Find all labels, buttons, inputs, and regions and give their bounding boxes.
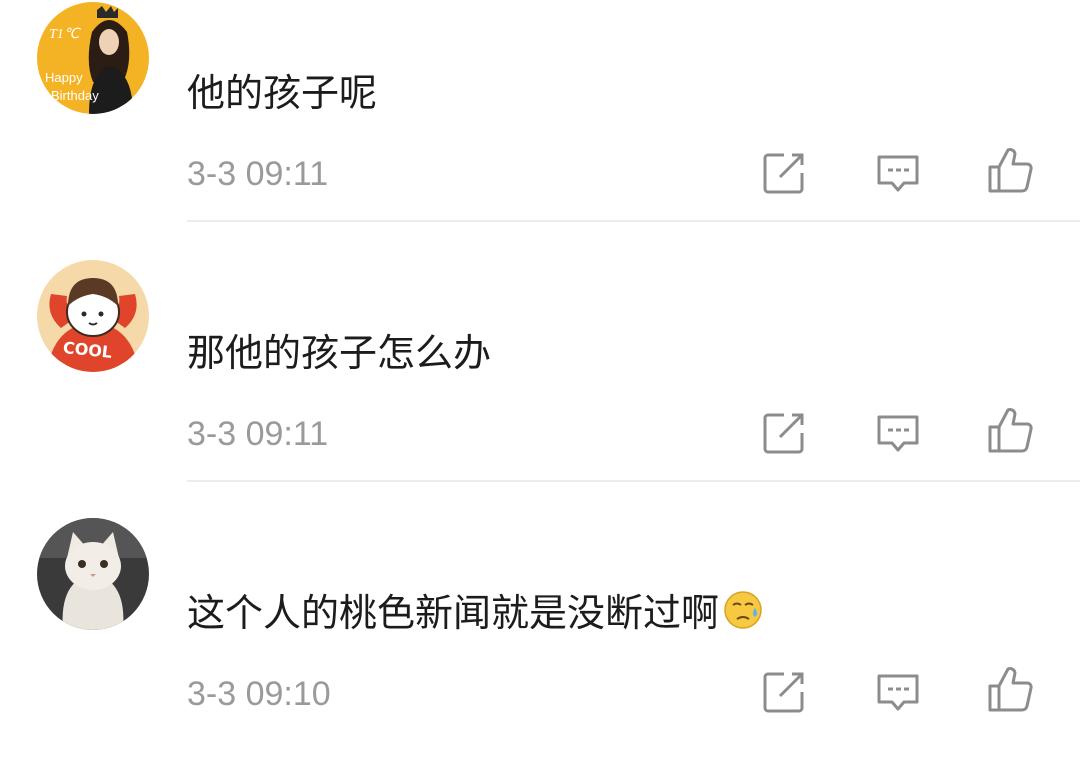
avatar[interactable] (37, 518, 149, 630)
comment-text: 那他的孩子怎么办 (187, 331, 492, 375)
comment-reply-icon[interactable] (874, 668, 922, 716)
avatar-caption-top: T1℃ (49, 27, 82, 42)
thumbs-up-icon[interactable] (986, 665, 1034, 713)
share-edit-icon[interactable] (760, 149, 808, 197)
avatar-caption-happy: Happy (45, 70, 83, 85)
share-edit-icon[interactable] (760, 409, 808, 457)
comment-text: 这个人的桃色新闻就是没断过啊 (187, 588, 763, 642)
comment-item: COOL 那他的孩子怎么办 3-3 09:11 (0, 258, 1080, 518)
comment-item: 这个人的桃色新闻就是没断过啊 3-3 09:10 (0, 518, 1080, 778)
divider (187, 220, 1080, 222)
avatar-caption-birthday: Birthday (51, 88, 99, 103)
thumbs-up-icon[interactable] (986, 146, 1034, 194)
comment-timestamp: 3-3 09:11 (187, 155, 329, 193)
avatar-image-birthday: T1℃ Happy Birthday (37, 2, 149, 114)
comment-reply-icon[interactable] (874, 409, 922, 457)
comment-text: 他的孩子呢 (187, 71, 378, 115)
thumbs-up-icon[interactable] (986, 406, 1034, 454)
avatar-image-cat (37, 518, 149, 630)
comment-reply-icon[interactable] (874, 149, 922, 197)
comment-text-content: 这个人的桃色新闻就是没断过啊 (187, 591, 720, 635)
comment-timestamp: 3-3 09:11 (187, 415, 329, 453)
divider (187, 480, 1080, 482)
sweat-face-emoji (723, 590, 763, 642)
avatar[interactable]: COOL (37, 260, 149, 372)
comment-item: T1℃ Happy Birthday 他的孩子呢 3-3 09:11 (0, 0, 1080, 260)
avatar-image-cool: COOL (37, 260, 149, 372)
share-edit-icon[interactable] (760, 668, 808, 716)
avatar[interactable]: T1℃ Happy Birthday (37, 2, 149, 114)
comment-timestamp: 3-3 09:10 (187, 675, 331, 713)
